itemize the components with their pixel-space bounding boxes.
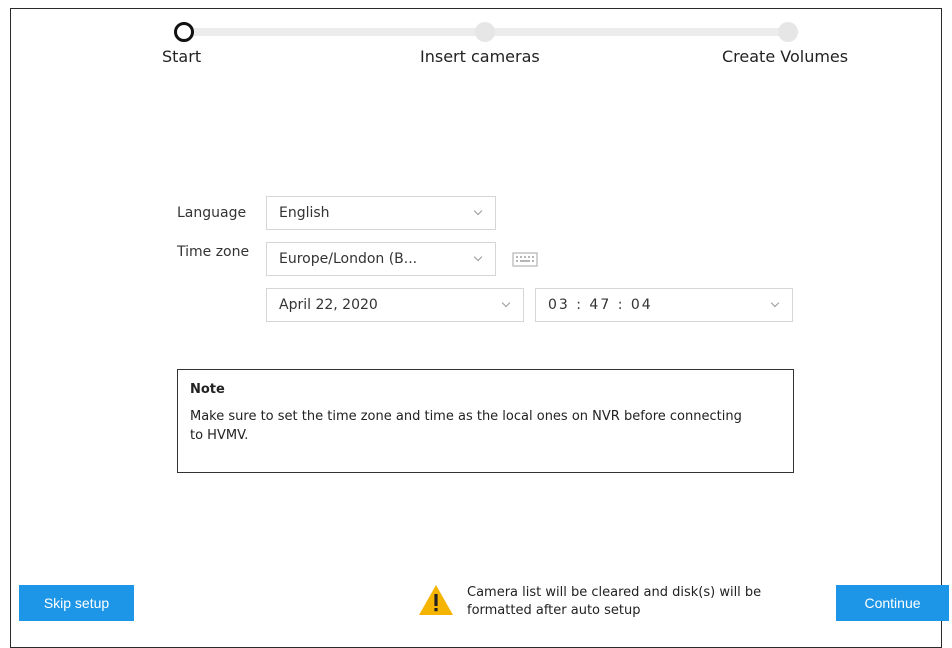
- keyboard-icon[interactable]: [512, 250, 538, 268]
- step-start-indicator: [174, 22, 194, 42]
- warning-text: Camera list will be cleared and disk(s) …: [467, 585, 762, 618]
- continue-button[interactable]: Continue: [836, 585, 949, 621]
- warning-icon: [419, 585, 453, 615]
- language-label: Language: [177, 205, 247, 221]
- chevron-down-icon: [501, 300, 511, 310]
- step-create-volumes-label: Create Volumes: [722, 47, 849, 66]
- step-start-label: Start: [162, 47, 202, 66]
- chevron-down-icon: [473, 208, 483, 218]
- step-insert-cameras-indicator: [475, 22, 495, 42]
- date-select[interactable]: April 22, 2020: [266, 288, 524, 322]
- step-create-volumes-indicator: [778, 22, 798, 42]
- timezone-select[interactable]: Europe/London (B...: [266, 242, 496, 276]
- note-box: Note Make sure to set the time zone and …: [177, 369, 794, 473]
- time-select[interactable]: 03 : 47 : 04: [535, 288, 793, 322]
- timezone-value: Europe/London (B...: [279, 251, 418, 267]
- chevron-down-icon: [473, 254, 483, 264]
- note-text: Make sure to set the time zone and time …: [190, 409, 742, 443]
- date-value: April 22, 2020: [279, 297, 378, 313]
- step-insert-cameras-label: Insert cameras: [420, 47, 540, 66]
- skip-setup-button[interactable]: Skip setup: [19, 585, 134, 621]
- language-value: English: [279, 205, 330, 221]
- setup-wizard-frame: [10, 8, 942, 648]
- chevron-down-icon: [770, 300, 780, 310]
- language-select[interactable]: English: [266, 196, 496, 230]
- note-title: Note: [190, 382, 225, 397]
- time-value: 03 : 47 : 04: [548, 297, 653, 313]
- timezone-label: Time zone: [177, 244, 250, 260]
